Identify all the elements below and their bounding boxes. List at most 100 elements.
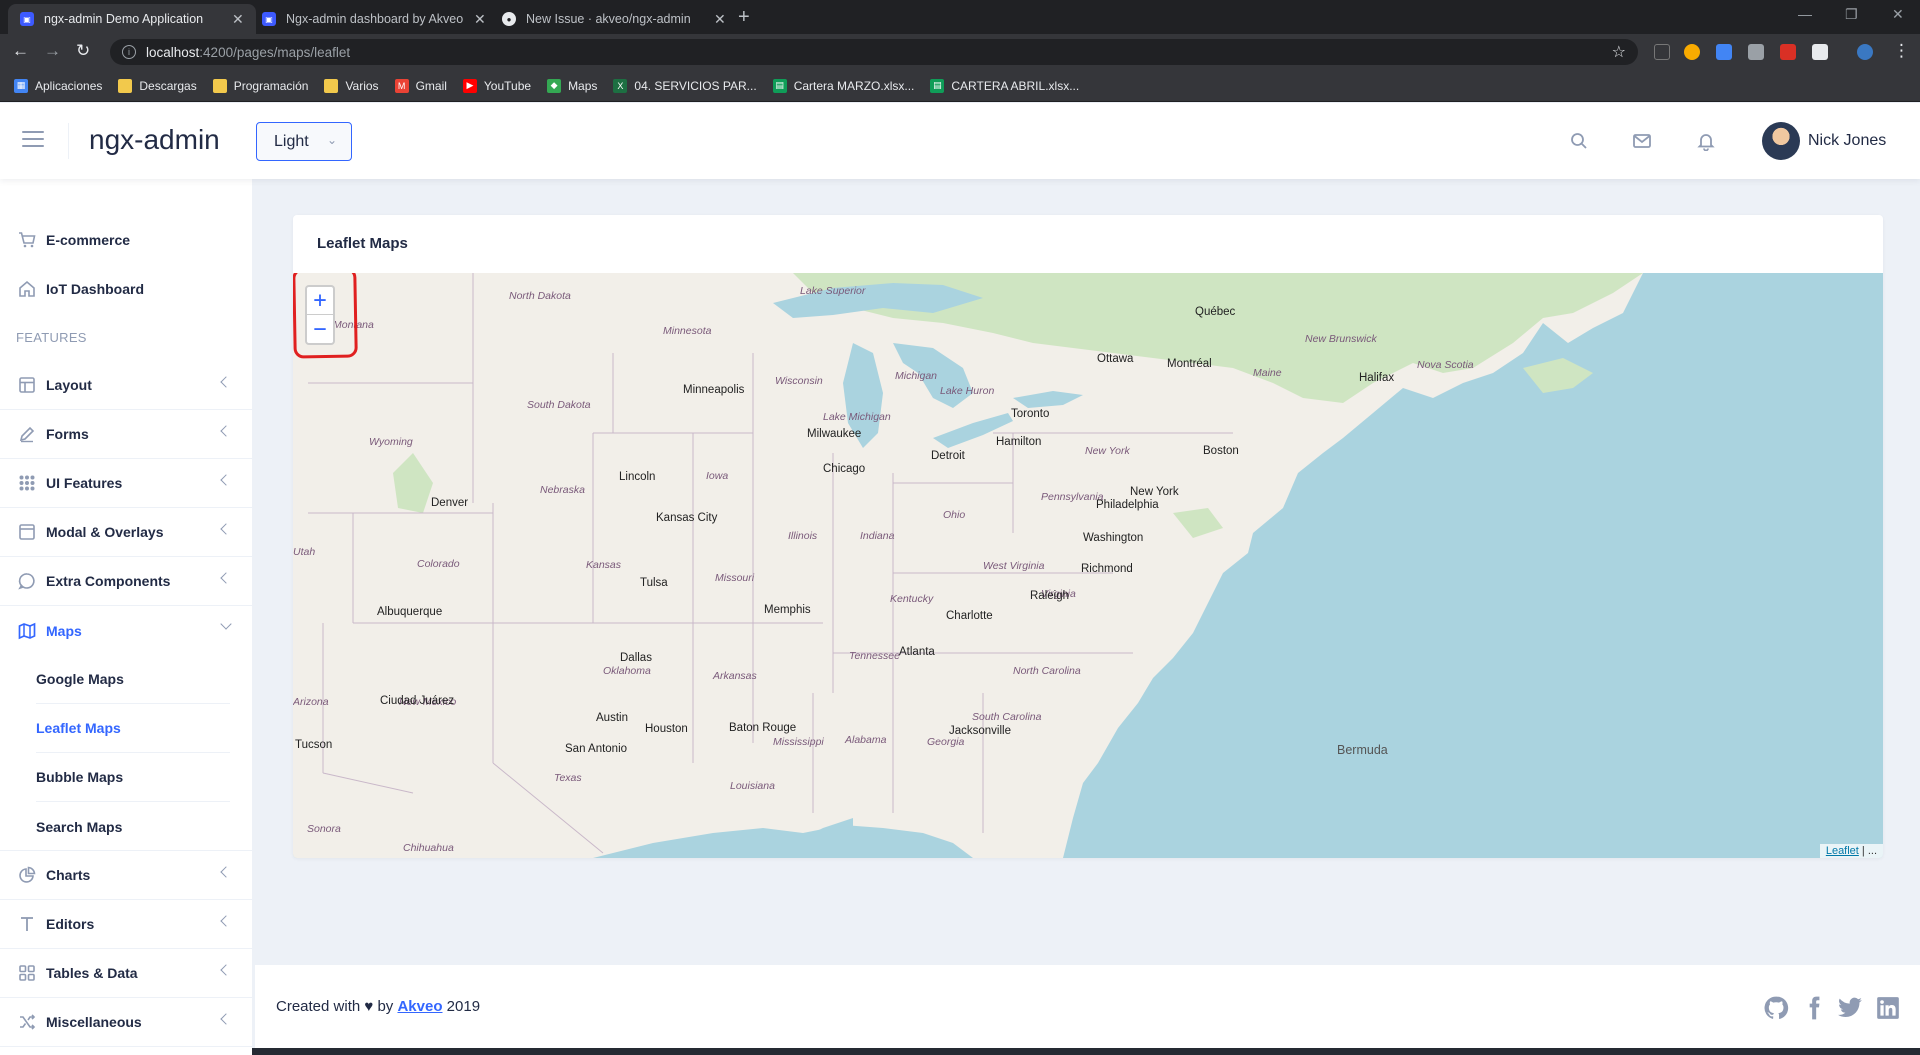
github-icon[interactable] <box>1763 995 1789 1021</box>
pie-chart-icon <box>19 866 36 883</box>
extension-icon[interactable] <box>1748 44 1764 60</box>
sidebar-item-label: IoT Dashboard <box>46 280 145 297</box>
map-label-city: Raleigh <box>1030 590 1069 602</box>
map-label-city: Ciudad Juárez <box>380 695 455 707</box>
map-label-city: New York <box>1130 486 1179 498</box>
email-icon[interactable] <box>1632 131 1652 151</box>
bell-icon[interactable] <box>1696 131 1716 151</box>
map-label-state: Pennsylvania <box>1041 491 1104 503</box>
theme-select-value: Light <box>274 132 309 150</box>
search-icon[interactable] <box>1569 131 1589 151</box>
bookmark-aplicaciones[interactable]: ▦ Aplicaciones <box>14 78 102 93</box>
theme-select[interactable]: Light ⌄ <box>256 122 352 161</box>
back-arrow-icon[interactable]: ← <box>12 41 29 61</box>
bookmark-gmail[interactable]: M Gmail <box>394 78 447 93</box>
bookmark-servicios[interactable]: X 04. SERVICIOS PAR... <box>613 78 757 93</box>
extension-icon[interactable] <box>1716 44 1732 60</box>
map-label-city: Dallas <box>620 652 652 664</box>
folder-icon <box>212 78 227 93</box>
facebook-icon[interactable] <box>1801 995 1827 1021</box>
bookmark-cartera-marzo[interactable]: ▤ Cartera MARZO.xlsx... <box>772 78 914 93</box>
user-avatar[interactable] <box>1762 122 1800 160</box>
browser-tab-3[interactable]: ● New Issue · akveo/ngx-admin ✕ <box>490 4 738 34</box>
map-label-city: Toronto <box>1011 408 1050 420</box>
sidebar-item-label: E-commerce <box>46 231 131 248</box>
sidebar-item-extra-components[interactable]: Extra Components <box>0 557 252 606</box>
sidebar-item-label: Tables & Data <box>46 965 138 981</box>
sidebar-item-ui-features[interactable]: UI Features <box>0 459 252 508</box>
browser-tab-2[interactable]: ▣ Ngx-admin dashboard by Akveo ✕ <box>250 4 498 34</box>
close-tab-icon[interactable]: ✕ <box>474 11 486 28</box>
map-label-state: Nova Scotia <box>1417 359 1474 371</box>
sidebar-subitem-label: Search Maps <box>36 818 123 835</box>
map-label-state: Ohio <box>943 509 966 521</box>
footer-credits: Created with ♥ by Akveo 2019 <box>276 998 480 1015</box>
excel-icon: X <box>613 78 628 93</box>
bookmark-programacion[interactable]: Programación <box>212 78 308 93</box>
chevron-left-icon <box>220 376 232 388</box>
sidebar-toggle-icon[interactable] <box>22 131 44 149</box>
browser-toolbar: ← → ↻ i localhost :4200/pages/maps/leafl… <box>0 34 1920 70</box>
address-bar[interactable]: i localhost :4200/pages/maps/leaflet ☆ <box>110 39 1638 65</box>
sidebar-item-editors[interactable]: Editors <box>0 900 252 949</box>
close-tab-icon[interactable]: ✕ <box>714 11 726 28</box>
map-label-state: Wyoming <box>369 436 413 448</box>
site-info-icon[interactable]: i <box>122 45 136 59</box>
sidebar-item-charts[interactable]: Charts <box>0 851 252 900</box>
user-name[interactable]: Nick Jones <box>1808 132 1886 150</box>
app-header: ngx-admin Light ⌄ Nick Jones <box>0 103 1920 179</box>
extension-icon[interactable] <box>1684 44 1700 60</box>
pdf-extension-icon[interactable] <box>1780 44 1796 60</box>
message-circle-icon <box>18 573 35 590</box>
map-label-state: North Carolina <box>1013 665 1081 677</box>
profile-avatar[interactable] <box>1857 44 1873 60</box>
app-title[interactable]: ngx-admin <box>89 124 220 156</box>
sidebar-item-iot-dashboard[interactable]: IoT Dashboard <box>0 264 252 313</box>
bookmark-star-icon[interactable]: ☆ <box>1612 42 1626 62</box>
reload-icon[interactable]: ↻ <box>76 41 90 61</box>
extension-icon[interactable] <box>1654 44 1670 60</box>
browser-menu-icon[interactable]: ⋮ <box>1893 41 1910 61</box>
map-label-state: South Dakota <box>527 399 591 411</box>
extension-icon[interactable] <box>1812 44 1828 60</box>
forward-arrow-icon[interactable]: → <box>44 41 61 61</box>
sidebar-item-miscellaneous[interactable]: Miscellaneous <box>0 998 252 1047</box>
bookmark-varios[interactable]: Varios <box>324 78 379 93</box>
sidebar-item-forms[interactable]: Forms <box>0 410 252 459</box>
bookmark-label: CARTERA ABRIL.xlsx... <box>951 78 1080 93</box>
map-label-city: Memphis <box>764 604 811 616</box>
bookmark-maps[interactable]: ◆ Maps <box>547 78 597 93</box>
map-label-state: Maine <box>1253 367 1282 379</box>
bookmark-youtube[interactable]: ▶ YouTube <box>462 78 531 93</box>
bookmark-cartera-abril[interactable]: ▤ CARTERA ABRIL.xlsx... <box>930 78 1080 93</box>
close-tab-icon[interactable]: ✕ <box>232 11 244 28</box>
sidebar-subitem-leaflet-maps[interactable]: Leaflet Maps <box>36 704 230 753</box>
chevron-left-icon <box>220 964 232 976</box>
restore-window-icon[interactable]: ❐ <box>1845 6 1858 23</box>
sidebar-subitem-bubble-maps[interactable]: Bubble Maps <box>36 753 230 802</box>
linkedin-icon[interactable] <box>1875 995 1901 1021</box>
browser-tab-label: Ngx-admin dashboard by Akveo <box>286 12 464 26</box>
map-label-lake: Lake Michigan <box>823 411 891 423</box>
close-window-icon[interactable]: ✕ <box>1892 6 1904 23</box>
layout-icon <box>19 377 35 393</box>
bookmark-label: Descargas <box>139 78 197 93</box>
new-tab-icon[interactable]: + <box>738 6 750 29</box>
minimize-window-icon[interactable]: — <box>1798 6 1812 22</box>
sidebar-item-maps[interactable]: Maps <box>0 606 252 655</box>
browser-tab-1[interactable]: ▣ ngx-admin Demo Application ✕ <box>8 4 256 34</box>
sidebar-item-modal-overlays[interactable]: Modal & Overlays <box>0 508 252 557</box>
sidebar-item-ecommerce[interactable]: E-commerce <box>0 215 252 264</box>
leaflet-attribution-link[interactable]: Leaflet <box>1826 845 1859 857</box>
keypad-icon <box>19 475 35 491</box>
sidebar-item-tables-data[interactable]: Tables & Data <box>0 949 252 998</box>
bookmark-descargas[interactable]: Descargas <box>118 78 197 93</box>
leaflet-map[interactable]: North Dakota South Dakota Minnesota Wisc… <box>293 273 1883 858</box>
leaflet-maps-card: Leaflet Maps North Dakota South Dakota M… <box>293 215 1883 858</box>
shuffle-icon <box>20 1014 36 1030</box>
akveo-link[interactable]: Akveo <box>397 998 442 1015</box>
sidebar-subitem-google-maps[interactable]: Google Maps <box>36 655 230 704</box>
twitter-icon[interactable] <box>1837 995 1863 1021</box>
sidebar-item-layout[interactable]: Layout <box>0 361 252 410</box>
sidebar-subitem-search-maps[interactable]: Search Maps <box>36 802 230 851</box>
